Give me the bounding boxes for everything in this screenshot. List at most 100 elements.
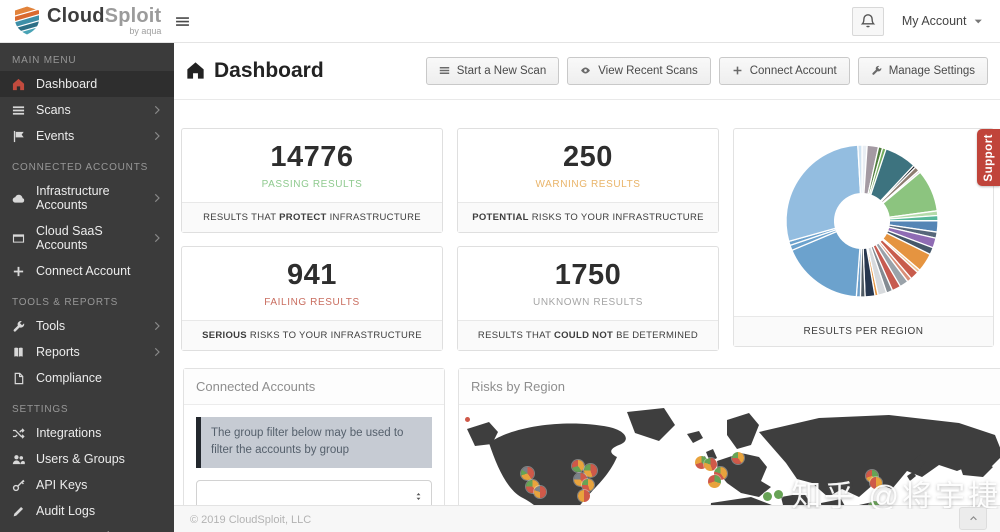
- stat-description: SERIOUS RISKS TO YOUR INFRASTRUCTURE: [182, 320, 442, 350]
- risk-marker[interactable]: [707, 474, 721, 488]
- sidebar-section: MAIN MENU Dashboard Scans Events: [0, 42, 174, 149]
- sidebar-item-tools[interactable]: Tools: [0, 313, 174, 339]
- connected-accounts-title: Connected Accounts: [184, 369, 444, 405]
- button-label: View Recent Scans: [598, 64, 698, 77]
- my-account-menu[interactable]: My Account: [902, 14, 984, 28]
- risk-marker[interactable]: [732, 452, 744, 464]
- manage-settings-button[interactable]: Manage Settings: [857, 56, 988, 85]
- sidebar-item-label: Integrations: [36, 426, 102, 440]
- caret-down-icon: [972, 15, 985, 28]
- risk-marker[interactable]: [464, 416, 470, 422]
- stat-value: 941: [287, 259, 337, 291]
- sidebar-section-header: MAIN MENU: [12, 55, 77, 66]
- pencil-icon: [12, 505, 26, 518]
- sidebar-item-label: Users & Groups: [36, 452, 125, 466]
- window-icon: [12, 232, 26, 245]
- sidebar-item-api-keys[interactable]: API Keys: [0, 472, 174, 498]
- sidebar-item-users-groups[interactable]: Users & Groups: [0, 446, 174, 472]
- risk-marker[interactable]: [572, 460, 584, 472]
- my-account-label: My Account: [901, 14, 967, 28]
- sidebar-section-header: CONNECTED ACCOUNTS: [12, 162, 149, 173]
- chevron-right-icon: [152, 347, 162, 357]
- support-tab[interactable]: Support: [977, 129, 1000, 186]
- stat-label: WARNING RESULTS: [535, 179, 641, 190]
- wrench-icon: [12, 320, 26, 333]
- stat-label: UNKNOWN RESULTS: [533, 297, 643, 308]
- header-actions: Start a New Scan View Recent Scans Conne…: [425, 56, 988, 85]
- list-icon: [12, 104, 26, 117]
- sidebar-item-label: Infrastructure Accounts: [36, 184, 110, 212]
- brand-byline: by aqua: [129, 26, 162, 36]
- sidebar-item-account-settings[interactable]: Account Settings: [0, 524, 174, 532]
- connect-account-button[interactable]: Connect Account: [718, 56, 850, 85]
- plus-icon: [12, 265, 26, 278]
- view-recent-scans-button[interactable]: View Recent Scans: [567, 56, 711, 85]
- sidebar-item-cloud-saas-accounts[interactable]: Cloud SaaS Accounts: [0, 218, 174, 258]
- sidebar-item-label: Events: [36, 129, 75, 143]
- stat-card-passing-results: 14776 PASSING RESULTS RESULTS THAT PROTE…: [181, 128, 443, 233]
- stat-value: 250: [563, 141, 613, 173]
- stat-label: PASSING RESULTS: [261, 179, 363, 190]
- brand-name: CloudSploit: [47, 5, 162, 27]
- sidebar-item-dashboard[interactable]: Dashboard: [0, 71, 174, 97]
- chart-footer-label: RESULTS PER REGION: [734, 316, 993, 346]
- stat-card-failing-results: 941 FAILING RESULTS SERIOUS RISKS TO YOU…: [181, 246, 443, 351]
- flag-icon: [12, 130, 26, 143]
- sidebar-item-label: Audit Logs: [36, 504, 96, 518]
- risk-marker[interactable]: [762, 491, 772, 501]
- sidebar-item-connect-account[interactable]: Connect Account: [0, 258, 174, 284]
- key-icon: [12, 479, 26, 492]
- risk-marker[interactable]: [534, 486, 546, 498]
- sidebar-item-label: Connect Account: [36, 264, 131, 278]
- sidebar-section: TOOLS & REPORTS Tools Reports Compliance: [0, 284, 174, 391]
- sidebar-sections: MAIN MENU Dashboard Scans Events CONNECT…: [0, 42, 174, 532]
- sidebar-item-integrations[interactable]: Integrations: [0, 420, 174, 446]
- button-label: Start a New Scan: [456, 64, 547, 77]
- sidebar-section-header: TOOLS & REPORTS: [12, 297, 119, 308]
- start-a-new-scan-button[interactable]: Start a New Scan: [425, 56, 560, 85]
- sidebar-item-label: Scans: [36, 103, 71, 117]
- cloudsploit-shield-icon: [14, 6, 40, 35]
- page-footer: © 2019 CloudSploit, LLC: [174, 505, 1000, 532]
- sidebar-item-scans[interactable]: Scans: [0, 97, 174, 123]
- select-arrows-icon: [414, 492, 423, 501]
- scroll-to-top-button[interactable]: [959, 507, 987, 530]
- world-map: 知乎 @将宇捷: [459, 405, 1000, 509]
- users-icon: [12, 453, 26, 466]
- risk-marker[interactable]: [773, 489, 783, 499]
- sidebar-item-reports[interactable]: Reports: [0, 339, 174, 365]
- stat-card-warning-results: 250 WARNING RESULTS POTENTIAL RISKS TO Y…: [457, 128, 719, 233]
- group-filter-info-alert: The group filter below may be used to fi…: [196, 417, 432, 468]
- sidebar-item-infrastructure-accounts[interactable]: Infrastructure Accounts: [0, 178, 174, 218]
- top-navbar: CloudSploit by aqua My Account: [0, 0, 1000, 43]
- notifications-button[interactable]: [851, 6, 884, 36]
- sidebar-item-events[interactable]: Events: [0, 123, 174, 149]
- menu-toggle-icon[interactable]: [175, 14, 190, 29]
- bell-icon: [860, 13, 876, 29]
- stat-value: 1750: [554, 259, 622, 291]
- button-label: Connect Account: [749, 64, 837, 77]
- results-per-region-chart: [734, 129, 993, 315]
- book-icon: [12, 346, 26, 359]
- sidebar-item-label: Reports: [36, 345, 80, 359]
- chevron-right-icon: [152, 131, 162, 141]
- sidebar-item-audit-logs[interactable]: Audit Logs: [0, 498, 174, 524]
- file-icon: [12, 372, 26, 385]
- shuffle-icon: [12, 427, 26, 440]
- stat-description: RESULTS THAT COULD NOT BE DETERMINED: [458, 320, 718, 350]
- main-content: Dashboard Start a New Scan View Recent S…: [174, 42, 1000, 532]
- stat-label: FAILING RESULTS: [264, 297, 360, 308]
- chevron-right-icon: [152, 233, 162, 243]
- sidebar-item-compliance[interactable]: Compliance: [0, 365, 174, 391]
- risk-marker[interactable]: [520, 466, 534, 480]
- sidebar-item-label: Cloud SaaS Accounts: [36, 224, 103, 252]
- risk-marker[interactable]: [578, 490, 590, 502]
- chevron-right-icon: [152, 105, 162, 115]
- brand-logo[interactable]: CloudSploit by aqua: [14, 6, 161, 36]
- chevron-up-icon: [969, 514, 978, 523]
- home-icon: [186, 61, 205, 80]
- sidebar-item-label: Compliance: [36, 371, 103, 385]
- stat-description: RESULTS THAT PROTECT INFRASTRUCTURE: [182, 202, 442, 232]
- sidebar-item-label: API Keys: [36, 478, 88, 492]
- cloud-icon: [12, 192, 26, 205]
